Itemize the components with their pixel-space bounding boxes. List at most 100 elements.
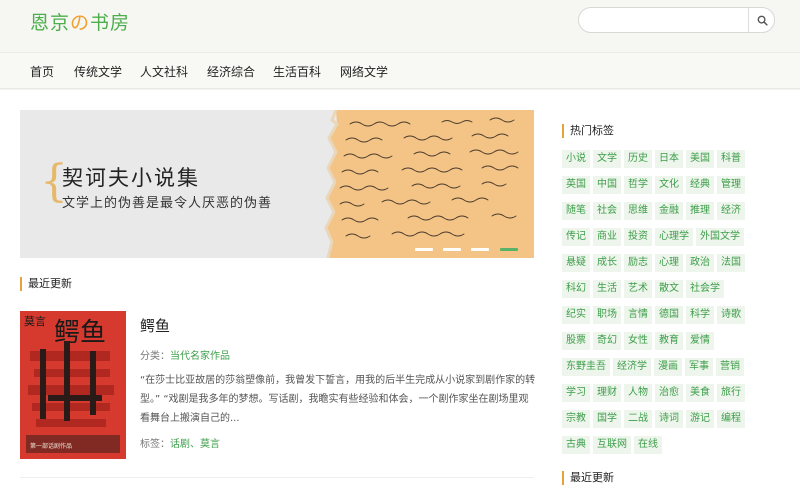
tag-row: 随笔 社会 思维 金融 推理 经济 — [562, 202, 784, 220]
tag-item[interactable]: 经济学 — [613, 358, 651, 376]
sidebar-latest-heading: 最近更新 — [562, 471, 614, 485]
tag-item[interactable]: 心理学 — [655, 228, 693, 246]
tag-item[interactable]: 职场 — [593, 306, 621, 324]
tag-item[interactable]: 政治 — [686, 254, 714, 272]
nav-item-economics[interactable]: 经济综合 — [207, 63, 255, 80]
carousel-dot-1[interactable] — [415, 248, 433, 251]
tag-item[interactable]: 心理 — [655, 254, 683, 272]
tag-item[interactable]: 投资 — [624, 228, 652, 246]
tag-item[interactable]: 生活 — [593, 280, 621, 298]
tag-item[interactable]: 旅行 — [717, 384, 745, 402]
site-logo[interactable]: 恩京の书房 — [30, 8, 130, 35]
tag-item[interactable]: 东野圭吾 — [562, 358, 610, 376]
tag-item[interactable]: 外国文学 — [696, 228, 744, 246]
tag-item[interactable]: 哲学 — [624, 176, 652, 194]
tag-item[interactable]: 编程 — [717, 410, 745, 428]
book-category: 分类：当代名家作品 — [140, 347, 230, 362]
category-link[interactable]: 当代名家作品 — [170, 351, 230, 362]
tag-row: 股票 奇幻 女性 教育 爱情 — [562, 332, 784, 350]
cover-art: 莫言 鳄鱼 第一部话剧作品 — [20, 311, 126, 459]
book-title[interactable]: 鳄鱼 — [140, 315, 170, 336]
tag-item[interactable]: 悬疑 — [562, 254, 590, 272]
tag-item[interactable]: 科幻 — [562, 280, 590, 298]
tag-item[interactable]: 传记 — [562, 228, 590, 246]
tags-link[interactable]: 话剧、莫言 — [170, 439, 220, 450]
tag-item[interactable]: 励志 — [624, 254, 652, 272]
tag-item[interactable]: 纪实 — [562, 306, 590, 324]
manuscript-image — [324, 110, 534, 258]
tag-item[interactable]: 营销 — [716, 358, 744, 376]
hot-tags-list: 小说 文学 历史 日本 美国 科普 英国 中国 哲学 文化 经典 管理 随笔 社会 思维 金融 推理 经济 传记 商业… — [562, 150, 784, 462]
tag-item[interactable]: 在线 — [634, 436, 662, 454]
tag-item[interactable]: 学习 — [562, 384, 590, 402]
tag-item[interactable]: 商业 — [593, 228, 621, 246]
tag-item[interactable]: 奇幻 — [593, 332, 621, 350]
tag-item[interactable]: 诗歌 — [717, 306, 745, 324]
tag-item[interactable]: 金融 — [655, 202, 683, 220]
tag-item[interactable]: 古典 — [562, 436, 590, 454]
nav-item-home[interactable]: 首页 — [30, 63, 54, 80]
nav-item-traditional-literature[interactable]: 传统文学 — [74, 63, 122, 80]
tag-item[interactable]: 散文 — [655, 280, 683, 298]
tag-item[interactable]: 思维 — [624, 202, 652, 220]
tag-row: 悬疑 成长 励志 心理 政治 法国 — [562, 254, 784, 272]
carousel-dot-3[interactable] — [471, 248, 489, 251]
tag-row: 科幻 生活 艺术 散文 社会学 — [562, 280, 784, 298]
tag-item[interactable]: 理财 — [593, 384, 621, 402]
category-label: 分类： — [140, 351, 170, 362]
content-area: { 契诃夫小说集 文学上的伪善是最令人厌恶的伪善 最近更新 莫言 鳄鱼 第一部话… — [0, 90, 800, 493]
book-entry: 莫言 鳄鱼 第一部话剧作品 鳄鱼 分类：当代名家作品 “在莎士比亚故居的莎翁塑像… — [20, 311, 535, 459]
tag-item[interactable]: 诗词 — [655, 410, 683, 428]
search-button[interactable] — [749, 8, 775, 32]
tag-item[interactable]: 国学 — [593, 410, 621, 428]
banner-carousel[interactable]: { 契诃夫小说集 文学上的伪善是最令人厌恶的伪善 — [20, 110, 534, 258]
nav-item-humanities[interactable]: 人文社科 — [140, 63, 188, 80]
tag-item[interactable]: 治愈 — [655, 384, 683, 402]
tag-item[interactable]: 中国 — [593, 176, 621, 194]
tag-item[interactable]: 德国 — [655, 306, 683, 324]
tag-item[interactable]: 教育 — [655, 332, 683, 350]
tag-item[interactable]: 游记 — [686, 410, 714, 428]
tag-item[interactable]: 二战 — [624, 410, 652, 428]
tag-row: 宗教 国学 二战 诗词 游记 编程 — [562, 410, 784, 428]
tag-item[interactable]: 互联网 — [593, 436, 631, 454]
tag-item[interactable]: 社会学 — [686, 280, 724, 298]
tag-item[interactable]: 漫画 — [654, 358, 682, 376]
tag-item[interactable]: 美食 — [686, 384, 714, 402]
tag-item[interactable]: 股票 — [562, 332, 590, 350]
tag-item[interactable]: 人物 — [624, 384, 652, 402]
tag-item[interactable]: 经典 — [686, 176, 714, 194]
banner-title: 契诃夫小说集 — [62, 166, 200, 190]
cover-author: 莫言 — [24, 315, 46, 328]
tag-item[interactable]: 文学 — [593, 150, 621, 168]
carousel-dot-2[interactable] — [443, 248, 461, 251]
carousel-dot-4[interactable] — [500, 248, 518, 251]
tag-item[interactable]: 管理 — [717, 176, 745, 194]
tag-item[interactable]: 日本 — [655, 150, 683, 168]
tag-item[interactable]: 经济 — [717, 202, 745, 220]
tag-item[interactable]: 美国 — [686, 150, 714, 168]
nav-item-web-literature[interactable]: 网络文学 — [340, 63, 388, 80]
tag-item[interactable]: 英国 — [562, 176, 590, 194]
tag-item[interactable]: 艺术 — [624, 280, 652, 298]
tag-row: 传记 商业 投资 心理学 外国文学 — [562, 228, 784, 246]
tag-item[interactable]: 科学 — [686, 306, 714, 324]
tag-item[interactable]: 宗教 — [562, 410, 590, 428]
latest-heading: 最近更新 — [20, 277, 534, 291]
tag-item[interactable]: 科普 — [717, 150, 745, 168]
tag-item[interactable]: 军事 — [685, 358, 713, 376]
nav-item-lifestyle[interactable]: 生活百科 — [273, 63, 321, 80]
search-input[interactable] — [589, 12, 739, 30]
tag-item[interactable]: 随笔 — [562, 202, 590, 220]
book-cover[interactable]: 莫言 鳄鱼 第一部话剧作品 — [20, 311, 126, 459]
tag-item[interactable]: 文化 — [655, 176, 683, 194]
tag-item[interactable]: 女性 — [624, 332, 652, 350]
tag-item[interactable]: 社会 — [593, 202, 621, 220]
tag-item[interactable]: 小说 — [562, 150, 590, 168]
tag-item[interactable]: 爱情 — [686, 332, 714, 350]
tag-item[interactable]: 历史 — [624, 150, 652, 168]
tag-item[interactable]: 成长 — [593, 254, 621, 272]
tag-item[interactable]: 推理 — [686, 202, 714, 220]
tag-item[interactable]: 言情 — [624, 306, 652, 324]
tag-item[interactable]: 法国 — [717, 254, 745, 272]
